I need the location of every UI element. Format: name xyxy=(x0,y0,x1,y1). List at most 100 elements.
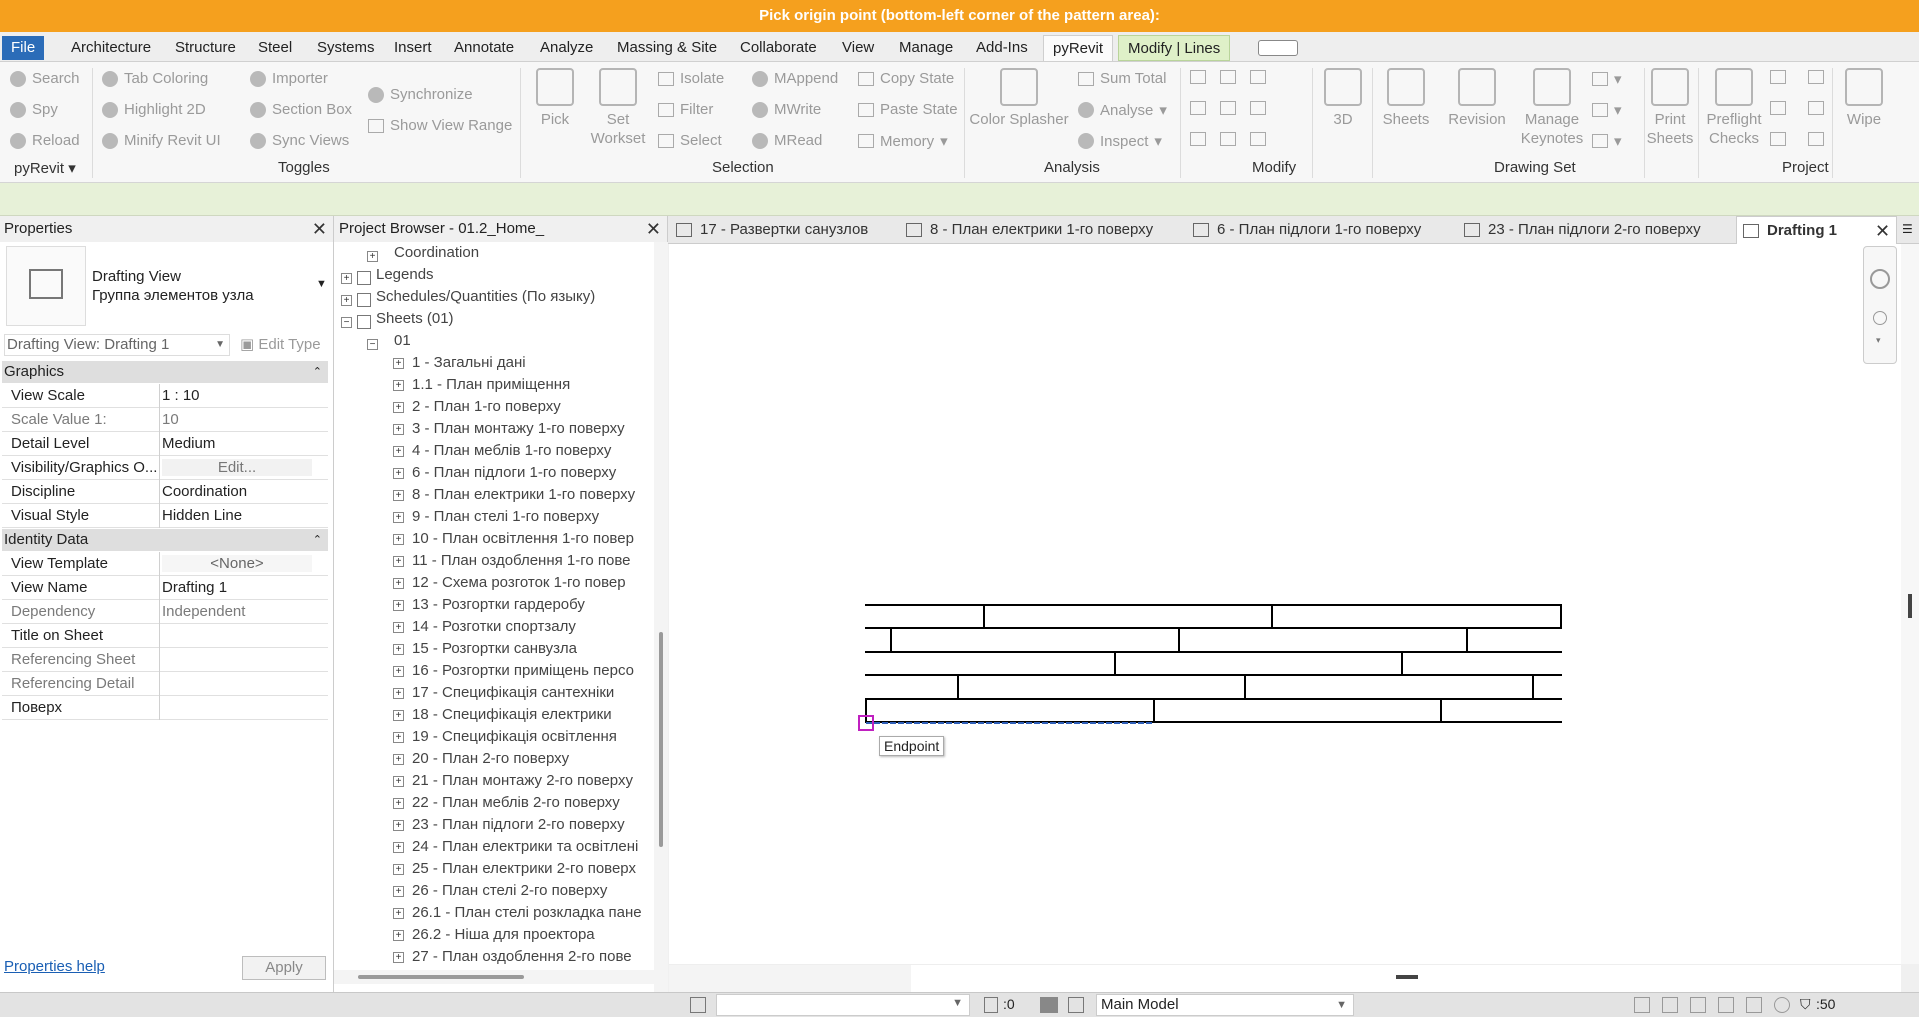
sheet-item[interactable]: 10 - План освітлення 1-го повер xyxy=(412,528,634,550)
expand-icon[interactable]: + xyxy=(393,886,404,897)
collapse-icon[interactable]: − xyxy=(341,317,352,328)
view-tab[interactable]: 23 - План підлоги 2-го поверху xyxy=(1464,216,1701,244)
drawing-table-button[interactable]: ▾ xyxy=(1592,101,1622,119)
highlight-2d-toggle[interactable]: Highlight 2D xyxy=(102,101,206,118)
prop-row[interactable]: Dependency Independent xyxy=(2,600,328,624)
quick-access-dropdown[interactable] xyxy=(1258,40,1298,56)
expand-icon[interactable]: + xyxy=(393,908,404,919)
sheet-item[interactable]: 4 - План меблів 1-го поверху xyxy=(412,440,611,462)
sheet-item[interactable]: 24 - План електрики та освітлені xyxy=(412,836,638,858)
prop-value[interactable]: 1 : 10 xyxy=(162,387,312,404)
tree-node-01[interactable]: 01 xyxy=(394,330,411,352)
design-option-icon[interactable] xyxy=(1040,997,1058,1013)
expand-icon[interactable]: + xyxy=(393,930,404,941)
expand-icon[interactable]: + xyxy=(393,688,404,699)
pyrevit-dropdown[interactable]: pyRevit ▾ xyxy=(14,159,76,177)
project-tools-row-3[interactable] xyxy=(1770,132,1824,146)
set-workset-button[interactable]: Set Workset xyxy=(590,68,646,148)
instance-selector[interactable]: Drafting View: Drafting 1 ▼ xyxy=(4,334,230,356)
expand-icon[interactable]: + xyxy=(393,798,404,809)
tab-manage[interactable]: Manage xyxy=(890,35,962,61)
tab-steel[interactable]: Steel xyxy=(249,35,301,61)
workset-selector[interactable]: ▼ xyxy=(716,994,970,1016)
design-options-icon[interactable] xyxy=(1068,997,1084,1013)
tab-coloring-toggle[interactable]: Tab Coloring xyxy=(102,70,208,87)
expand-icon[interactable]: + xyxy=(393,644,404,655)
prop-row[interactable]: Поверх xyxy=(2,696,328,720)
drawing-canvas[interactable]: Endpoint ▾ xyxy=(669,244,1901,964)
sheet-item[interactable]: 13 - Розгортки гардеробу xyxy=(412,594,585,616)
memory-button[interactable]: Memory ▾ xyxy=(858,132,948,150)
edit-type-button[interactable]: ▣ Edit Type xyxy=(240,334,321,356)
tab-add-ins[interactable]: Add-Ins xyxy=(967,35,1037,61)
minify-toggle[interactable]: Minify Revit UI xyxy=(102,132,221,149)
tab-file[interactable]: File xyxy=(2,36,45,60)
expand-icon[interactable]: + xyxy=(393,842,404,853)
tab-annotate[interactable]: Annotate xyxy=(445,35,523,61)
mwrite-button[interactable]: MWrite xyxy=(752,101,821,118)
sheet-item[interactable]: 1 - Загальні дані xyxy=(412,352,526,374)
sheet-item[interactable]: 22 - План меблів 2-го поверху xyxy=(412,792,620,814)
scrollbar-thumb[interactable] xyxy=(1908,594,1912,618)
close-icon[interactable]: ✕ xyxy=(1875,217,1890,245)
inspect-button[interactable]: Inspect ▾ xyxy=(1078,132,1162,150)
expand-icon[interactable]: + xyxy=(393,710,404,721)
modify-tools-row-3[interactable] xyxy=(1190,132,1266,146)
select-links-icon[interactable] xyxy=(1634,997,1650,1013)
search-button[interactable]: Search xyxy=(10,70,80,87)
expand-icon[interactable]: + xyxy=(393,512,404,523)
sheet-item[interactable]: 26 - План стелі 2-го поверху xyxy=(412,880,607,902)
mread-button[interactable]: MRead xyxy=(752,132,822,149)
color-splasher-button[interactable]: Color Splasher xyxy=(968,68,1070,129)
prop-row[interactable]: Visual Style Hidden Line xyxy=(2,504,328,528)
paste-state-button[interactable]: Paste State xyxy=(858,101,958,118)
prop-row[interactable]: Title on Sheet xyxy=(2,624,328,648)
show-view-range-toggle[interactable]: Show View Range xyxy=(368,117,512,134)
drafting-area[interactable] xyxy=(669,244,1901,964)
prop-row[interactable]: Detail Level Medium xyxy=(2,432,328,456)
sheet-item[interactable]: 8 - План електрики 1-го поверху xyxy=(412,484,635,506)
worksets-icon[interactable] xyxy=(690,997,706,1013)
type-name[interactable]: Drafting View xyxy=(92,268,181,285)
section-box-toggle[interactable]: Section Box xyxy=(250,101,352,118)
close-icon[interactable]: ✕ xyxy=(646,216,661,242)
sheet-item[interactable]: 26.1 - План стелі розкладка пане xyxy=(412,902,642,924)
wipe-button[interactable]: Wipe xyxy=(1836,68,1892,129)
prop-value[interactable]: Drafting 1 xyxy=(162,579,312,596)
scrollbar-thumb[interactable] xyxy=(1396,975,1418,979)
expand-icon[interactable]: + xyxy=(393,490,404,501)
sheet-item[interactable]: 20 - План 2-го поверху xyxy=(412,748,569,770)
isolate-button[interactable]: Isolate xyxy=(658,70,724,87)
sheet-item[interactable]: 21 - План монтажу 2-го поверху xyxy=(412,770,633,792)
canvas-vertical-scrollbar[interactable] xyxy=(1901,244,1919,964)
sheet-item[interactable]: 9 - План стелі 1-го поверху xyxy=(412,506,599,528)
prop-row[interactable]: Referencing Sheet xyxy=(2,648,328,672)
sheet-item[interactable]: 2 - План 1-го поверху xyxy=(412,396,561,418)
tree-node-legends[interactable]: Legends xyxy=(376,264,434,286)
expand-icon[interactable]: + xyxy=(393,534,404,545)
tab-insert[interactable]: Insert xyxy=(385,35,441,61)
tree-node-sheets[interactable]: Sheets (01) xyxy=(376,308,454,330)
tab-analyze[interactable]: Analyze xyxy=(531,35,602,61)
sheet-item[interactable]: 18 - Специфікація електрики xyxy=(412,704,612,726)
vertical-scrollbar[interactable] xyxy=(654,242,668,992)
horizontal-scrollbar[interactable] xyxy=(334,970,654,984)
manage-keynotes-button[interactable]: Manage Keynotes xyxy=(1516,68,1588,148)
tab-architecture[interactable]: Architecture xyxy=(62,35,160,61)
drawing-image-button[interactable]: ▾ xyxy=(1592,132,1622,150)
expand-icon[interactable]: + xyxy=(393,732,404,743)
expand-icon[interactable]: + xyxy=(367,251,378,262)
prop-row[interactable]: View Template <None> xyxy=(2,552,328,576)
scrollbar-thumb[interactable] xyxy=(358,975,524,979)
expand-icon[interactable]: + xyxy=(393,600,404,611)
expand-icon[interactable]: + xyxy=(393,820,404,831)
editable-only-icon[interactable] xyxy=(984,997,998,1013)
prop-value[interactable]: 10 xyxy=(162,411,312,428)
expand-icon[interactable]: + xyxy=(341,295,352,306)
expand-icon[interactable]: + xyxy=(393,578,404,589)
sheet-item[interactable]: 27 - План оздоблення 2-го пове xyxy=(412,946,632,968)
synchronize-toggle[interactable]: Synchronize xyxy=(368,86,473,103)
modify-tools-row-1[interactable] xyxy=(1190,70,1266,84)
identity-data-category[interactable]: Identity Data ⌃ xyxy=(2,529,328,551)
prop-row[interactable]: Visibility/Graphics O... Edit... xyxy=(2,456,328,480)
